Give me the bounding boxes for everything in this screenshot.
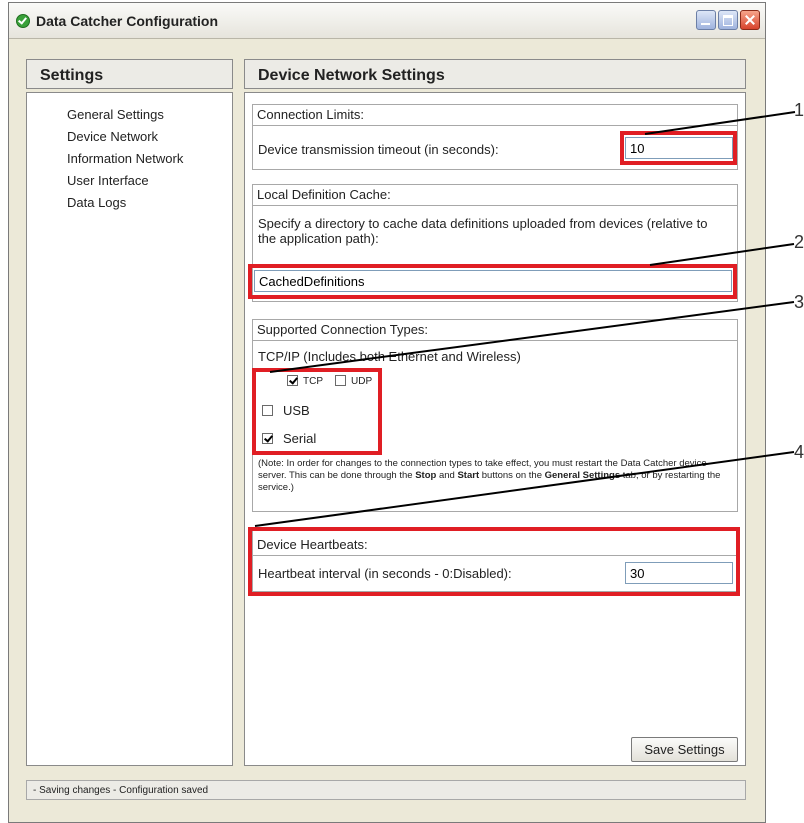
udp-checkbox[interactable] (335, 375, 346, 386)
cache-directory-input[interactable] (254, 270, 732, 292)
serial-label: Serial (283, 431, 317, 446)
cache-title: Local Definition Cache: (253, 185, 737, 206)
udp-label: UDP (351, 376, 373, 387)
usb-label: USB (283, 403, 310, 418)
usb-checkbox[interactable] (262, 405, 273, 416)
callout-number-3: 3 (794, 292, 804, 312)
timeout-label: Device transmission timeout (in seconds)… (258, 142, 499, 157)
heartbeat-input[interactable] (625, 562, 733, 584)
minimize-button[interactable] (696, 10, 716, 30)
save-settings-button[interactable]: Save Settings (631, 737, 738, 762)
cache-description: Specify a directory to cache data defini… (258, 216, 708, 246)
sidebar-panel (26, 92, 233, 766)
sidebar-item-device-network[interactable]: Device Network (67, 129, 158, 144)
window-title: Data Catcher Configuration (36, 13, 219, 29)
tcpip-label: TCP/IP (Includes both Ethernet and Wirel… (258, 349, 521, 364)
sidebar-header: Settings (26, 59, 233, 89)
status-bar: - Saving changes - Configuration saved (26, 780, 746, 800)
timeout-input[interactable] (625, 137, 733, 159)
close-button[interactable] (740, 10, 760, 30)
callout-number-4: 4 (794, 442, 804, 462)
tcp-checkbox[interactable] (287, 375, 298, 386)
serial-checkbox[interactable] (262, 433, 273, 444)
connection-limits-title: Connection Limits: (253, 105, 737, 126)
heartbeats-title: Device Heartbeats: (253, 531, 737, 556)
sidebar-item-data-logs[interactable]: Data Logs (67, 195, 126, 210)
restart-note: (Note: In order for changes to the conne… (258, 458, 732, 494)
connection-types-title: Supported Connection Types: (253, 320, 737, 341)
sidebar-item-general-settings[interactable]: General Settings (67, 107, 164, 122)
callout-number-1: 1 (794, 100, 804, 120)
note-start: Start (457, 470, 480, 481)
sidebar-item-information-network[interactable]: Information Network (67, 151, 183, 166)
note-text-2: buttons on the (479, 470, 545, 481)
title-bar[interactable]: Data Catcher Configuration (9, 3, 765, 39)
note-stop: Stop (415, 470, 437, 481)
page-title: Device Network Settings (244, 59, 746, 89)
heartbeat-label: Heartbeat interval (in seconds - 0:Disab… (258, 566, 512, 581)
tcp-label: TCP (303, 376, 323, 387)
app-icon (16, 14, 30, 28)
sidebar-item-user-interface[interactable]: User Interface (67, 173, 149, 188)
note-general-settings: General Settings (544, 470, 621, 481)
note-and: and (436, 470, 458, 481)
maximize-button[interactable] (718, 10, 738, 30)
callout-number-2: 2 (794, 232, 804, 252)
